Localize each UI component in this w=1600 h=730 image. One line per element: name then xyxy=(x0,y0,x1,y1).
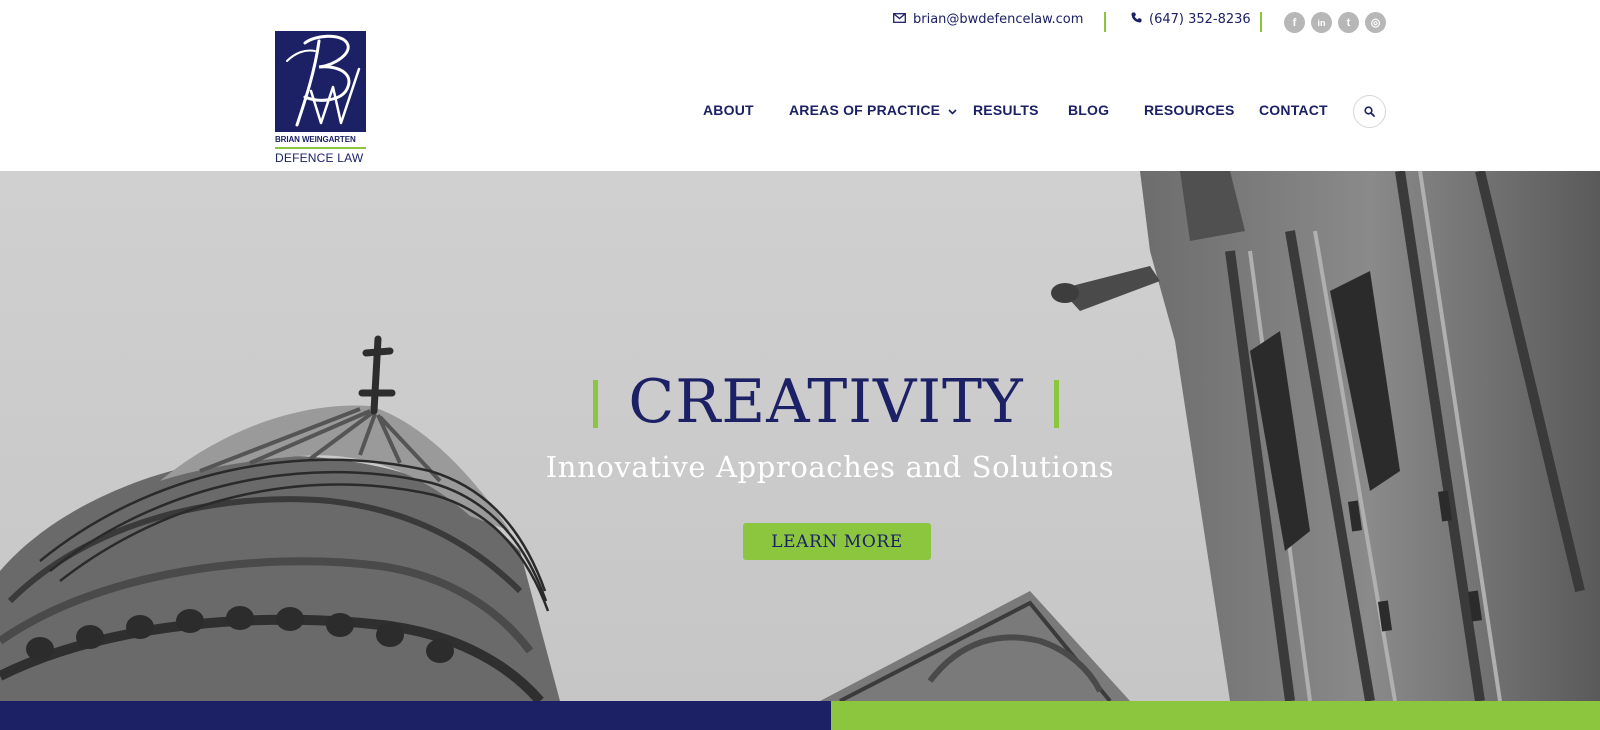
nav-results[interactable]: RESULTS xyxy=(973,102,1039,118)
email-text: brian@bwdefencelaw.com xyxy=(913,12,1084,27)
nav-blog[interactable]: BLOG xyxy=(1068,102,1109,118)
facebook-icon[interactable]: f xyxy=(1284,12,1305,33)
search-button[interactable] xyxy=(1353,95,1386,128)
phone-link[interactable]: (647) 352-8236 xyxy=(1131,12,1251,27)
nav-label: BLOG xyxy=(1068,102,1110,118)
hero-headline-text: CREATIVITY xyxy=(628,367,1024,437)
headline-accent-bar xyxy=(593,380,598,428)
nav-label: CONTACT xyxy=(1259,102,1328,118)
email-link[interactable]: brian@bwdefencelaw.com xyxy=(893,12,1083,27)
nav-contact[interactable]: CONTACT xyxy=(1259,102,1328,118)
contact-bar: brian@bwdefencelaw.com (647) 352-8236 f … xyxy=(880,12,1400,33)
envelope-icon xyxy=(893,12,906,27)
section-stripe-navy xyxy=(0,701,831,730)
hero-subheadline: Innovative Approaches and Solutions xyxy=(545,450,1115,484)
topbar-divider xyxy=(1260,12,1262,32)
nav-areas-of-practice[interactable]: AREAS OF PRACTICE xyxy=(789,102,957,118)
site-header: BRIAN WEINGARTEN DEFENCE LAW brian@bwdef… xyxy=(0,0,1600,171)
twitter-icon[interactable]: t xyxy=(1338,12,1359,33)
hero-headline-wrap: CREATIVITY xyxy=(0,368,1600,436)
instagram-icon[interactable]: ◎ xyxy=(1365,12,1386,33)
phone-text: (647) 352-8236 xyxy=(1149,12,1251,27)
hero-banner: CREATIVITY Innovative Approaches and Sol… xyxy=(0,171,1600,701)
nav-resources[interactable]: RESOURCES xyxy=(1144,102,1234,118)
site-logo[interactable]: BRIAN WEINGARTEN DEFENCE LAW xyxy=(275,31,367,166)
nav-label: RESOURCES xyxy=(1144,102,1235,118)
logo-divider xyxy=(275,147,366,149)
search-icon xyxy=(1364,102,1375,121)
logo-subtitle: DEFENCE LAW xyxy=(275,151,364,165)
linkedin-icon[interactable]: in xyxy=(1311,12,1332,33)
headline-accent-bar xyxy=(1054,380,1059,428)
logo-name: BRIAN WEINGARTEN xyxy=(275,135,356,144)
section-stripe-green xyxy=(831,701,1600,730)
chevron-down-icon xyxy=(948,102,957,118)
nav-label: RESULTS xyxy=(973,102,1039,118)
nav-label: ABOUT xyxy=(703,102,754,118)
hero-headline: CREATIVITY xyxy=(593,368,1059,436)
phone-icon xyxy=(1131,12,1142,27)
learn-more-button[interactable]: LEARN MORE xyxy=(743,523,931,560)
topbar-divider xyxy=(1104,12,1106,32)
nav-label: AREAS OF PRACTICE xyxy=(789,102,941,118)
nav-about[interactable]: ABOUT xyxy=(703,102,754,118)
